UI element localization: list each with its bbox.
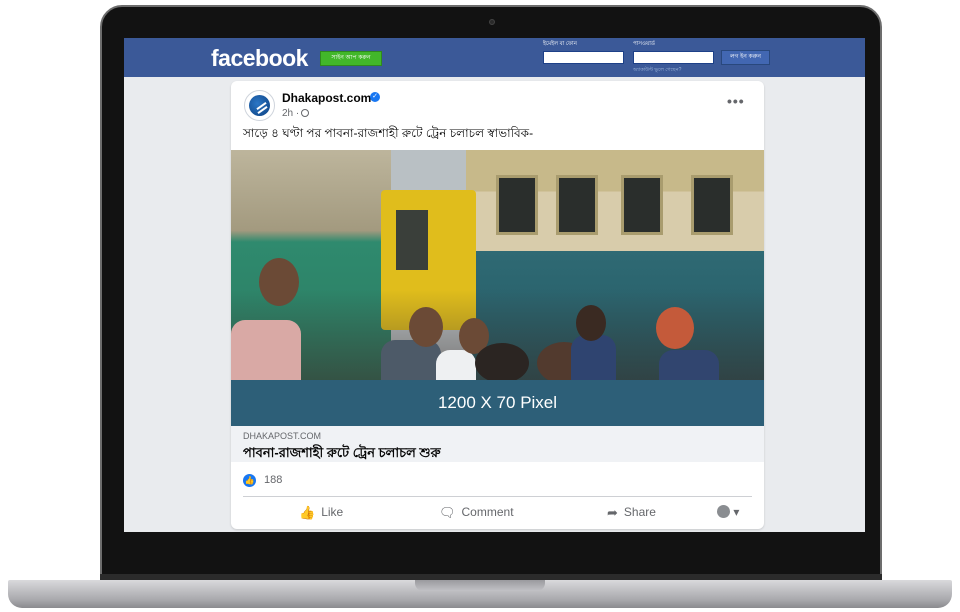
share-button[interactable]: ➦ Share (607, 505, 656, 523)
link-preview[interactable]: DHAKAPOST.COM পাবনা-রাজশাহী রুটে ট্রেন চ… (231, 426, 764, 462)
post-card: Dhakapost.com ✓ 2h · ••• সাড়ে ৪ ঘণ্টা প… (231, 81, 764, 529)
verified-badge-icon: ✓ (370, 92, 380, 102)
link-title[interactable]: পাবনা-রাজশাহী রুটে ট্রেন চলাচল শুরু (243, 444, 441, 465)
reaction-count: 188 (264, 474, 283, 486)
more-options-button[interactable]: ••• (727, 93, 745, 109)
webcam (489, 19, 495, 25)
like-button[interactable]: 👍 Like (299, 505, 343, 523)
comment-label: Comment (461, 505, 514, 519)
post-time-text: 2h · (282, 108, 300, 119)
facebook-logo[interactable]: facebook (211, 45, 308, 72)
link-domain: DHAKAPOST.COM (243, 431, 322, 441)
password-label: পাসওয়ার্ড (633, 41, 655, 47)
email-field[interactable] (543, 51, 624, 64)
email-label: ইমেইল বা ফোন (543, 41, 577, 47)
laptop-mockup: facebook সাইন আপ করুন ইমেইল বা ফোন পাসওয… (0, 0, 960, 612)
like-reaction-icon: 👍 (243, 474, 256, 487)
post-photo[interactable] (231, 150, 764, 380)
laptop-screen: facebook সাইন আপ করুন ইমেইল বা ফোন পাসওয… (124, 38, 865, 532)
divider (243, 496, 752, 497)
share-label: Share (623, 505, 656, 519)
login-button[interactable]: লগ ইন করুন (721, 50, 770, 65)
comment-button[interactable]: 🗨 Comment (439, 505, 514, 523)
forgot-account-link[interactable]: অ্যাকাউন্ট ভুলে গেছেন? (633, 67, 681, 75)
post-text: সাড়ে ৪ ঘণ্টা পর পাবনা-রাজশাহী রুটে ট্রে… (243, 126, 534, 140)
share-icon: ➦ (607, 505, 618, 520)
globe-icon (301, 109, 310, 117)
facebook-header: facebook সাইন আপ করুন ইমেইল বা ফোন পাসওয… (124, 38, 865, 77)
post-timestamp[interactable]: 2h · (282, 108, 310, 119)
chevron-down-icon: ▾ (730, 505, 740, 519)
profile-avatar-icon (717, 505, 730, 518)
signup-button[interactable]: সাইন আপ করুন (320, 51, 382, 66)
laptop-notch (415, 580, 545, 591)
dhakapost-logo-icon (249, 95, 270, 116)
page-avatar[interactable] (244, 90, 275, 121)
ad-banner-placeholder: 1200 X 70 Pixel (231, 380, 764, 426)
password-field[interactable] (633, 51, 714, 64)
page-name-link[interactable]: Dhakapost.com (282, 91, 371, 105)
like-label: Like (321, 505, 344, 519)
comment-icon: 🗨 (439, 505, 456, 520)
thumbs-up-icon: 👍 (299, 505, 316, 520)
audience-selector[interactable]: ▾ (717, 505, 739, 519)
